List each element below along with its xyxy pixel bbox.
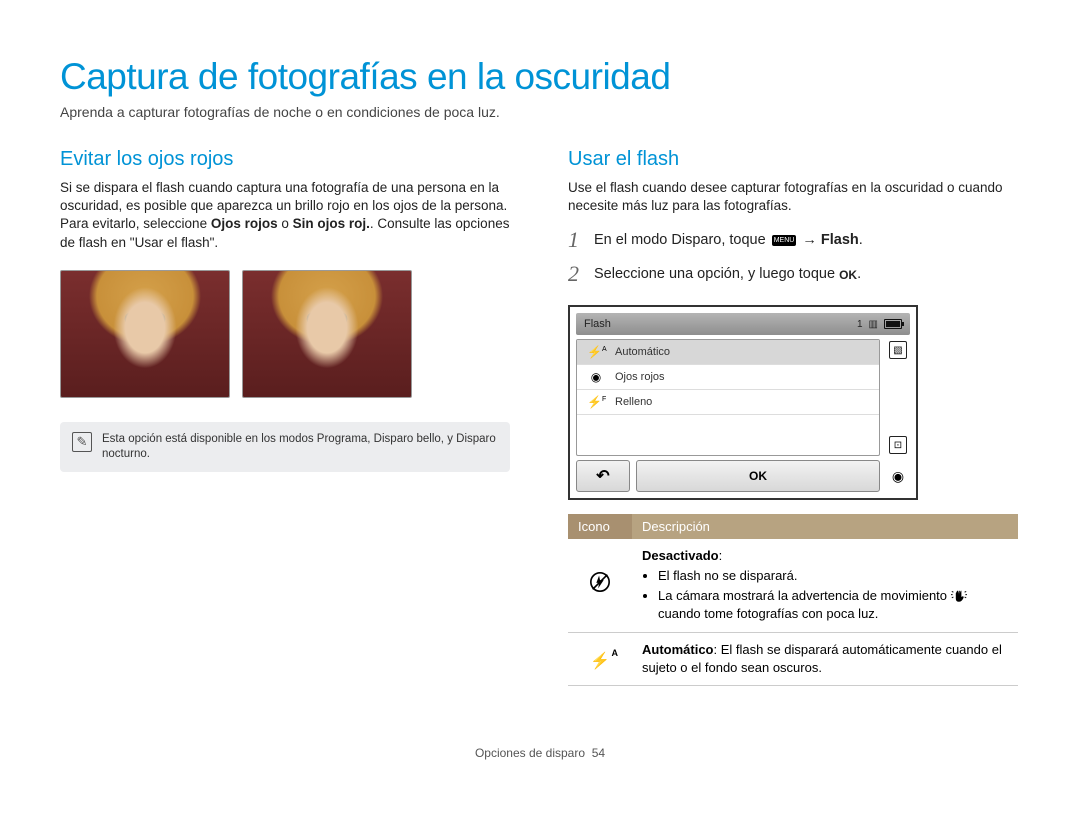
note-text: Esta opción está disponible en los modos…	[102, 432, 498, 462]
preview-eye-icon: ◉	[886, 460, 910, 492]
text: Seleccione una opción, y luego toque	[594, 266, 839, 282]
flash-off-icon	[568, 539, 632, 632]
note-box: ✎ Esta opción está disponible en los mod…	[60, 422, 510, 472]
flash-option-fill[interactable]: ⚡F Relleno	[577, 390, 879, 415]
text: cuando tome fotografías con poca luz.	[658, 606, 878, 621]
footer-page: 54	[592, 746, 605, 760]
eye-icon: ◉	[587, 370, 605, 384]
shake-warning-icon	[951, 587, 967, 605]
left-column: Evitar los ojos rojos Si se dispara el f…	[60, 148, 510, 686]
section-heading-flash: Usar el flash	[568, 148, 1018, 171]
flash-option-redeye[interactable]: ◉ Ojos rojos	[577, 365, 879, 390]
photo-corrected	[242, 270, 412, 398]
flash-options-list: ⚡A Automático ◉ Ojos rojos ⚡F Relleno	[576, 339, 880, 456]
photo-red-eye	[60, 270, 230, 398]
row-title: Desactivado	[642, 548, 719, 563]
cam-sidebar: ▧ ⊡	[886, 339, 910, 456]
red-eye-paragraph: Si se dispara el flash cuando captura un…	[60, 179, 510, 252]
text: .	[859, 232, 863, 248]
note-icon: ✎	[72, 432, 92, 452]
camera-screen: Flash 1 ▥ ⚡A Automático	[568, 305, 918, 500]
steps-list: 1 En el modo Disparo, toque MENU → Flash…	[568, 227, 1018, 287]
page-footer: Opciones de disparo 54	[60, 746, 1020, 760]
step-number: 1	[568, 227, 584, 253]
ok-icon: OK	[839, 268, 857, 282]
cam-header: Flash 1 ▥	[576, 313, 910, 335]
desc-cell: Desactivado: El flash no se disparará. L…	[632, 539, 1018, 632]
bold-sin-ojos: Sin ojos roj.	[293, 216, 370, 231]
row-title: Automático	[642, 642, 714, 657]
text: En el modo Disparo, toque	[594, 232, 770, 248]
text: o	[278, 216, 293, 231]
sd-icon: ▥	[869, 319, 878, 330]
right-column: Usar el flash Use el flash cuando desee …	[568, 148, 1018, 686]
step-1: 1 En el modo Disparo, toque MENU → Flash…	[568, 227, 1018, 253]
flash-option-auto[interactable]: ⚡A Automático	[577, 340, 879, 365]
table-row: Desactivado: El flash no se disparará. L…	[568, 539, 1018, 632]
col-descripcion: Descripción	[632, 514, 1018, 539]
text: .	[857, 266, 861, 282]
text: La cámara mostrará la advertencia de mov…	[658, 588, 951, 603]
step-number: 2	[568, 261, 584, 287]
step-2: 2 Seleccione una opción, y luego toque O…	[568, 261, 1018, 287]
page-title: Captura de fotografías en la oscuridad	[60, 56, 1020, 98]
menu-icon: MENU	[772, 235, 797, 246]
cam-title: Flash	[584, 318, 611, 330]
arrow: →	[798, 232, 821, 248]
mode-icon[interactable]: ⊡	[889, 436, 907, 454]
flash-fill-icon: ⚡F	[587, 395, 605, 409]
cam-count: 1	[857, 319, 863, 330]
back-button[interactable]: ↶	[576, 460, 630, 492]
desc-cell: Automático: El flash se disparará automá…	[632, 633, 1018, 685]
table-row: ⚡A Automático: El flash se disparará aut…	[568, 633, 1018, 685]
label: Automático	[615, 346, 670, 358]
flash-auto-icon: ⚡A	[568, 633, 632, 685]
label: Ojos rojos	[615, 371, 665, 383]
page-subtitle: Aprenda a capturar fotografías de noche …	[60, 104, 1020, 120]
example-photos	[60, 270, 510, 398]
col-icono: Icono	[568, 514, 632, 539]
bold-ojos-rojos: Ojos rojos	[211, 216, 278, 231]
flash-icons-table: Icono Descripción Desactivado: El flash …	[568, 514, 1018, 685]
bullet: La cámara mostrará la advertencia de mov…	[658, 587, 1008, 623]
battery-icon	[884, 319, 902, 329]
flash-paragraph: Use el flash cuando desee capturar fotog…	[568, 179, 1018, 215]
label: Relleno	[615, 396, 652, 408]
section-heading-red-eye: Evitar los ojos rojos	[60, 148, 510, 171]
thumb-icon[interactable]: ▧	[889, 341, 907, 359]
flash-label: Flash	[821, 232, 859, 248]
ok-button[interactable]: OK	[636, 460, 880, 492]
flash-auto-icon: ⚡A	[587, 345, 605, 359]
footer-section: Opciones de disparo	[475, 746, 585, 760]
bullet: El flash no se disparará.	[658, 567, 1008, 585]
